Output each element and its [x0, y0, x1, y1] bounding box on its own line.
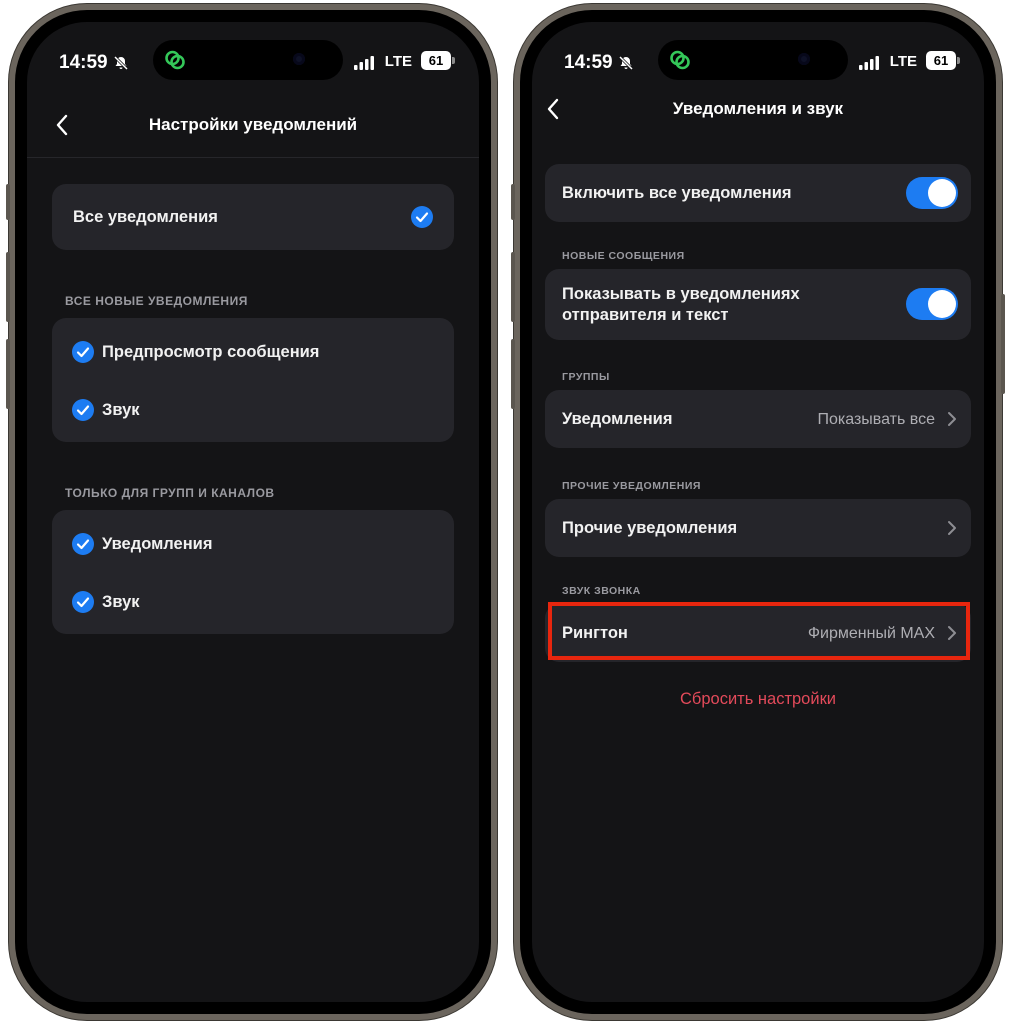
groups-channels-card: Уведомления Звук — [52, 510, 454, 634]
section-header: ТОЛЬКО ДЛЯ ГРУПП И КАНАЛОВ — [65, 486, 275, 500]
section-header: НОВЫЕ СООБЩЕНИЯ — [562, 250, 685, 262]
battery-indicator: 61 — [421, 51, 455, 70]
network-label: LTE — [889, 53, 917, 70]
section-header: ЗВУК ЗВОНКА — [562, 585, 641, 597]
signal-icon — [354, 56, 374, 70]
phone-left: 14:59 LTE 61 Настройки уведомлений Все у… — [6, 4, 497, 1020]
screen-notification-settings: 14:59 LTE 61 Настройки уведомлений Все у… — [27, 22, 479, 1002]
chevron-right-icon — [948, 521, 956, 535]
show-sender-label: Показывать в уведомлениях отправителя и … — [562, 285, 800, 324]
show-sender-toggle[interactable] — [906, 288, 958, 320]
status-time: 14:59 — [564, 52, 613, 73]
page-title: Настройки уведомлений — [148, 115, 358, 134]
group-sound-row[interactable]: Звук — [52, 572, 454, 634]
section-header: ПРОЧИЕ УВЕДОМЛЕНИЯ — [562, 480, 701, 492]
other-notifications-row[interactable]: Прочие уведомления — [545, 499, 971, 557]
status-bar: 14:59 LTE 61 — [27, 40, 479, 80]
all-notifications-row[interactable]: Все уведомления — [52, 184, 454, 250]
nav-divider — [27, 157, 479, 158]
enable-all-row[interactable]: Включить все уведомления — [545, 164, 971, 222]
group-sound-label: Звук — [102, 593, 140, 611]
checkmark-circle-icon[interactable] — [72, 533, 94, 555]
battery-indicator: 61 — [926, 51, 960, 70]
enable-all-toggle[interactable] — [906, 177, 958, 209]
group-notifications-row[interactable]: Уведомления — [52, 510, 454, 572]
checkmark-circle-icon[interactable] — [72, 341, 94, 363]
other-notifications-label: Прочие уведомления — [562, 519, 738, 537]
group-notifications-value: Показывать все — [817, 411, 936, 428]
reset-settings-button[interactable]: Сбросить настройки — [532, 690, 984, 709]
status-bar: 14:59 LTE 61 — [532, 40, 984, 80]
preview-message-label: Предпросмотр сообщения — [102, 343, 320, 361]
preview-message-row[interactable]: Предпросмотр сообщения — [52, 318, 454, 380]
camera — [798, 53, 810, 65]
camera — [293, 53, 305, 65]
phone-right: 14:59 LTE 61 Уведомления и звук Включить… — [511, 4, 1005, 1020]
side-button — [511, 184, 515, 220]
checkmark-circle-icon[interactable] — [72, 591, 94, 613]
network-label: LTE — [384, 53, 412, 70]
group-notifications-row[interactable]: Уведомления Показывать все — [545, 390, 971, 448]
checkmark-circle-icon[interactable] — [411, 206, 433, 228]
app-link-icon — [165, 50, 185, 70]
checkmark-circle-icon[interactable] — [72, 399, 94, 421]
new-notifications-card: Предпросмотр сообщения Звук — [52, 318, 454, 442]
dynamic-island — [658, 40, 848, 80]
status-time: 14:59 — [59, 52, 108, 73]
dynamic-island — [153, 40, 343, 80]
enable-all-label: Включить все уведомления — [562, 184, 792, 202]
sound-row[interactable]: Звук — [52, 380, 454, 442]
side-button — [511, 252, 515, 322]
silent-bell-icon — [618, 55, 634, 71]
side-button — [511, 339, 515, 409]
app-link-icon — [670, 50, 690, 70]
signal-icon — [859, 56, 879, 70]
side-button — [6, 252, 10, 322]
side-button — [6, 184, 10, 220]
screen-notifications-sound: 14:59 LTE 61 Уведомления и звук Включить… — [532, 22, 984, 1002]
show-sender-row[interactable]: Показывать в уведомлениях отправителя и … — [545, 269, 971, 340]
all-notifications-label: Все уведомления — [73, 208, 218, 226]
section-header: ВСЕ НОВЫЕ УВЕДОМЛЕНИЯ — [65, 294, 248, 308]
side-button — [6, 339, 10, 409]
side-button — [1001, 294, 1005, 394]
section-header: ГРУППЫ — [562, 371, 610, 383]
silent-bell-icon — [113, 55, 129, 71]
group-notifications-label: Уведомления — [562, 410, 673, 428]
chevron-right-icon — [948, 412, 956, 426]
group-notifications-label: Уведомления — [102, 535, 213, 553]
sound-label: Звук — [102, 401, 140, 419]
page-title: Уведомления и звук — [672, 99, 844, 118]
ringtone-highlight-box — [548, 602, 970, 660]
